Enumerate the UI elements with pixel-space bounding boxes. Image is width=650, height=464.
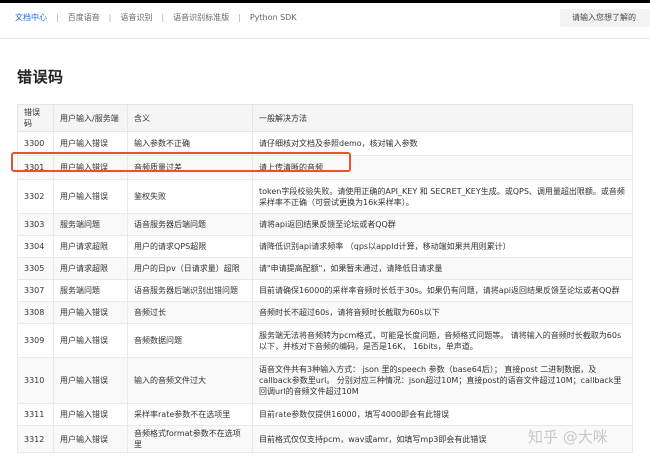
cell-meaning: 语音服务器后端识别出错问题 [127, 279, 253, 302]
cell-solution: 语音文件共有3种输入方式： json 里的speech 参数（base64后）；… [252, 357, 633, 404]
cell-meaning: 鉴权失败 [127, 179, 253, 214]
cell-solution: 目前请确保16000的采样率音频时长低于30s。如果仍有问题，请将api返回结果… [252, 279, 633, 302]
column-header-solution: 一般解决方法 [252, 104, 633, 132]
cell-code: 3312 [17, 425, 54, 453]
cell-source: 用户请求超限 [53, 235, 128, 258]
cell-source: 用户输入错误 [53, 357, 128, 404]
breadcrumb-baidu-speech[interactable]: 百度语音 [68, 12, 100, 23]
cell-code: 3307 [17, 279, 54, 302]
cell-source: 用户输入错误 [53, 403, 128, 426]
cell-solution: 服务端无法将音频转为pcm格式，可能是长度问题，音频格式问题等。 请将输入的音频… [252, 323, 633, 358]
table-row: 3302 用户输入错误 鉴权失败 token字段校验失败。请使用正确的API_K… [17, 179, 633, 214]
breadcrumb-separator: | [161, 13, 165, 22]
table-row: 3305 用户请求超限 用户的日pv（日请求量）超限 请"申请提高配额"，如果暂… [17, 257, 633, 280]
cell-meaning: 语音服务器后端问题 [127, 213, 253, 236]
table-row: 3308 用户输入错误 音频过长 音频时长不超过60s，请将音频时长截取为60s… [17, 301, 633, 324]
cell-code: 3311 [17, 403, 54, 426]
cell-source: 用户输入错误 [53, 323, 128, 358]
column-header-code: 错误码 [17, 104, 54, 132]
cell-source: 用户输入错误 [53, 301, 128, 324]
breadcrumb-python-sdk[interactable]: Python SDK [250, 13, 297, 22]
table-header-row: 错误码 用户输入/服务端 含义 一般解决方法 [17, 104, 633, 132]
breadcrumb-separator: | [108, 13, 112, 22]
cell-solution: 请降低识别api请求频率 （qps以appId计算，移动端如果共用则累计） [252, 235, 633, 258]
cell-meaning: 音频数据问题 [127, 323, 253, 358]
cell-source: 服务端问题 [53, 279, 128, 302]
cell-meaning: 音频格式format参数不在选项里 [127, 425, 253, 453]
cell-code: 3310 [17, 357, 54, 404]
breadcrumb-separator: | [238, 13, 241, 22]
cell-source: 用户输入错误 [53, 179, 128, 214]
table-row: 3310 用户输入错误 输入的音频文件过大 语音文件共有3种输入方式： json… [17, 357, 633, 404]
cell-meaning: 采样率rate参数不在选项里 [127, 403, 253, 426]
cell-source: 用户请求超限 [53, 257, 128, 280]
cell-solution: 目前rate参数仅提供16000，填写4000即会有此错误 [252, 403, 633, 426]
cell-solution: 音频时长不超过60s，请将音频时长截取为60s以下 [252, 301, 633, 324]
table-row: 3304 用户请求超限 用户的请求QPS超限 请降低识别api请求频率 （qps… [17, 235, 633, 258]
cell-solution: token字段校验失败。请使用正确的API_KEY 和 SECRET_KEY生成… [252, 179, 633, 214]
watermark: 知乎 @大咪 [528, 428, 608, 446]
cell-meaning: 音频过长 [127, 301, 253, 324]
cell-code: 3303 [17, 213, 54, 236]
page-title: 错误码 [17, 68, 64, 86]
highlight-box [11, 152, 351, 172]
cell-meaning: 用户的请求QPS超限 [127, 235, 253, 258]
top-bar: 文档中心 | 百度语音 | 语音识别 | 语音识别标准版 | Python SD… [0, 0, 650, 39]
table-row: 3303 服务端问题 语音服务器后端问题 请将api返回结果反馈至论坛或者QQ群 [17, 213, 633, 236]
cell-code: 3308 [17, 301, 54, 324]
breadcrumb: 文档中心 | 百度语音 | 语音识别 | 语音识别标准版 | Python SD… [15, 12, 297, 23]
column-header-source: 用户输入/服务端 [53, 104, 128, 132]
window-top-strip [0, 0, 650, 3]
cell-solution: 请"申请提高配额"，如果暂未通过，请降低日请求量 [252, 257, 633, 280]
breadcrumb-standard-edition[interactable]: 语音识别标准版 [173, 12, 229, 23]
breadcrumb-separator: | [56, 13, 59, 22]
cell-code: 3305 [17, 257, 54, 280]
cell-meaning: 用户的日pv（日请求量）超限 [127, 257, 253, 280]
cell-code: 3309 [17, 323, 54, 358]
table-row: 3311 用户输入错误 采样率rate参数不在选项里 目前rate参数仅提供16… [17, 403, 633, 426]
breadcrumb-doc-center[interactable]: 文档中心 [15, 12, 47, 23]
cell-source: 用户输入错误 [53, 425, 128, 453]
cell-code: 3304 [17, 235, 54, 258]
table-row: 3307 服务端问题 语音服务器后端识别出错问题 目前请确保16000的采样率音… [17, 279, 633, 302]
breadcrumb-speech-recognition[interactable]: 语音识别 [120, 12, 152, 23]
table-row: 3309 用户输入错误 音频数据问题 服务端无法将音频转为pcm格式，可能是长度… [17, 323, 633, 358]
cell-solution: 请将api返回结果反馈至论坛或者QQ群 [252, 213, 633, 236]
column-header-meaning: 含义 [127, 104, 253, 132]
cell-meaning: 输入的音频文件过大 [127, 357, 253, 404]
cell-code: 3302 [17, 179, 54, 214]
search-input[interactable]: 请输入您想了解的 [560, 9, 650, 27]
cell-source: 服务端问题 [53, 213, 128, 236]
